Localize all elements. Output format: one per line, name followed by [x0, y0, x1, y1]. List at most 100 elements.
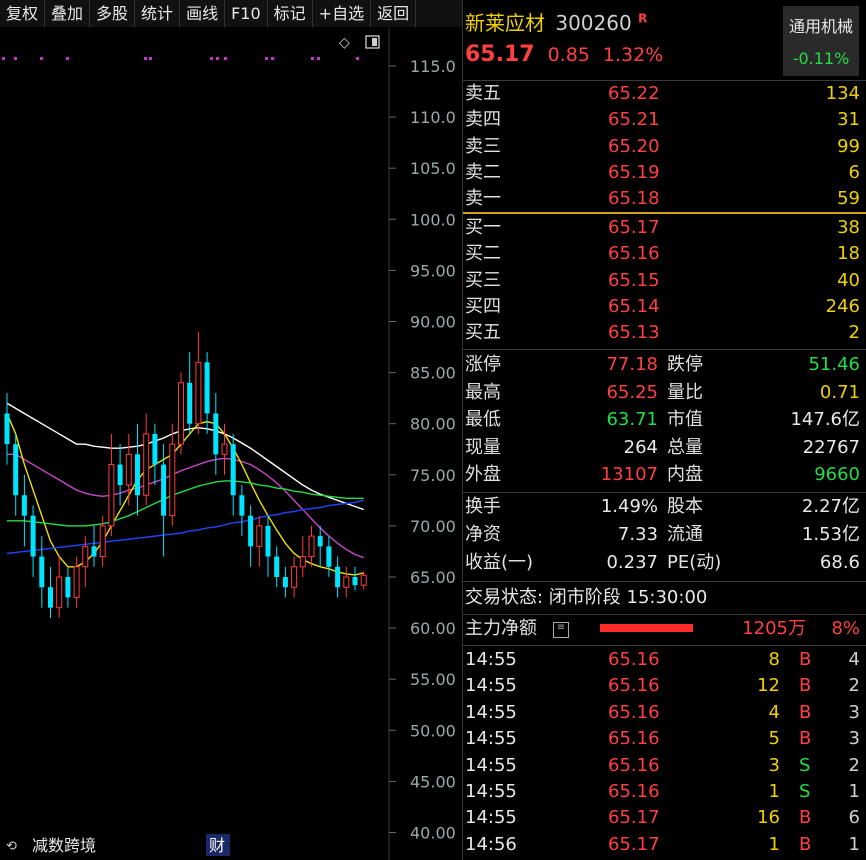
stat-row: 最高 65.25 量比 0.71: [463, 380, 866, 406]
ask-volume: 59: [837, 188, 860, 210]
tick-row[interactable]: 14:55 65.17 16 B 6: [463, 805, 866, 831]
candle: [21, 474, 27, 547]
diamond-icon[interactable]: ◇: [339, 35, 350, 51]
price-tick-label: 115.0: [410, 57, 456, 76]
price-tick-label: 50.00: [410, 721, 456, 740]
tick-time: 14:55: [465, 728, 517, 750]
candle: [48, 566, 53, 618]
candle: [230, 433, 236, 516]
candlestick-chart[interactable]: 115.0 110.0 105.0 100.0 95.00 90.00 85.00 80.00…: [0, 28, 462, 860]
candle: [335, 556, 341, 598]
toolbar-item-6[interactable]: 标记: [268, 0, 313, 27]
ask-price: 65.19: [608, 161, 660, 183]
stat-row: 外盘 13107 内盘 9660: [463, 462, 866, 488]
tick-volume: 5: [768, 728, 780, 750]
bid-row[interactable]: 买三 65.15 40: [463, 268, 866, 294]
ask-label: 卖三: [465, 135, 501, 157]
fundamental-row: 净资 7.33 流通 1.53亿: [463, 522, 866, 548]
price-tick-label: 55.00: [410, 670, 456, 689]
ask-row[interactable]: 卖五 65.22 134: [463, 81, 866, 107]
trade-status: 交易状态: 闭市阶段 15:30:00: [465, 587, 708, 608]
toolbar-item-1[interactable]: 叠加: [45, 0, 91, 27]
candle: [352, 566, 358, 591]
ask-volume: 31: [837, 109, 860, 131]
toolbar-item-3[interactable]: 统计: [135, 0, 181, 27]
tick-row[interactable]: 14:55 65.16 5 B 3: [463, 726, 866, 752]
stat-row: 最低 63.71 市值 147.6亿: [463, 407, 866, 433]
tick-time: 14:55: [465, 649, 517, 670]
candle: [282, 566, 288, 598]
bid-volume: 38: [837, 217, 860, 238]
bid-row[interactable]: 买五 65.13 2: [463, 320, 866, 346]
stat-label: 股本: [667, 496, 703, 517]
bottom-left-label: 减数跨境: [32, 836, 96, 855]
fundamental-row: 收益(一) 0.237 PE(动) 68.6: [463, 550, 866, 576]
tick-row[interactable]: 14:55 65.16 1 S 1: [463, 779, 866, 805]
tick-row[interactable]: 14:55 65.16 3 S 2: [463, 753, 866, 779]
tick-time: 14:55: [465, 701, 517, 723]
stock-badge: R: [638, 11, 648, 26]
bid-ask-divider: [463, 212, 866, 214]
tick-row[interactable]: 14:56 65.17 1 B 1: [463, 832, 866, 858]
stat-row: 现量 264 总量 22767: [463, 435, 866, 461]
candle: [125, 433, 132, 506]
ask-price: 65.22: [608, 83, 660, 104]
event-dot: [271, 57, 274, 60]
bid-row[interactable]: 买一 65.17 38: [463, 215, 866, 241]
bid-label: 买五: [465, 322, 501, 344]
price-tick-label: 105.0: [410, 159, 456, 178]
stat-label: PE(动): [667, 552, 722, 573]
bid-row[interactable]: 买四 65.14 246: [463, 294, 866, 320]
tick-price: 65.16: [608, 649, 660, 670]
price-tick-label: 110.0: [410, 108, 456, 127]
toolbar-item-0[interactable]: 复权: [0, 0, 46, 27]
bid-label: 买一: [465, 217, 501, 238]
finance-marker[interactable]: 财: [209, 836, 225, 855]
ask-row[interactable]: 卖二 65.19 6: [463, 160, 866, 186]
stat-value: 77.18: [606, 354, 658, 375]
stat-label: 涨停: [465, 354, 501, 375]
tick-row[interactable]: 14:55 65.16 12 B 2: [463, 673, 866, 699]
candle: [343, 566, 350, 598]
sector-box[interactable]: 通用机械 -0.11%: [783, 6, 859, 76]
stat-label: 现量: [465, 436, 501, 458]
ask-row[interactable]: 卖三 65.20 99: [463, 134, 866, 160]
candle: [143, 413, 150, 506]
event-dot: [311, 57, 314, 60]
candle: [248, 505, 254, 567]
stat-label: 跌停: [667, 354, 703, 375]
toolbar-item-8[interactable]: 返回: [371, 0, 417, 27]
event-dot: [210, 57, 213, 60]
event-dot: [317, 57, 320, 60]
candle: [317, 525, 323, 567]
toolbar-item-5[interactable]: F10: [225, 0, 268, 27]
stat-label: 净资: [465, 524, 501, 545]
candle: [169, 423, 176, 526]
price-tick-label: 60.00: [410, 619, 456, 638]
quote-panel: 新莱应材 300260 R 65.17 0.85 1.32% 通用机械 -0.1…: [463, 0, 866, 860]
candle: [299, 536, 306, 577]
tick-side: B: [799, 833, 812, 855]
toolbar-item-7[interactable]: +自选: [313, 0, 372, 27]
ask-row[interactable]: 卖四 65.21 31: [463, 107, 866, 133]
toolbar-item-2[interactable]: 多股: [90, 0, 136, 27]
bid-row[interactable]: 买二 65.16 18: [463, 241, 866, 267]
ma-line-3: [7, 480, 364, 527]
tick-row[interactable]: 14:55 65.16 4 B 3: [463, 700, 866, 726]
ask-row[interactable]: 卖一 65.18 59: [463, 186, 866, 212]
tick-side: S: [799, 781, 811, 802]
tick-volume: 8: [768, 649, 780, 670]
event-markers: [2, 57, 359, 60]
toolbar-item-4[interactable]: 画线: [180, 0, 226, 27]
list-icon[interactable]: ≡: [553, 622, 569, 638]
tick-volume: 1: [768, 781, 780, 802]
stat-label: 市值: [667, 409, 703, 430]
chart-controls[interactable]: ◇: [339, 35, 380, 51]
tick-row[interactable]: 14:55 65.16 8 B 4: [463, 647, 866, 673]
tick-count: 3: [848, 728, 860, 750]
price-tick-label: 85.00: [410, 364, 456, 383]
candle: [239, 485, 245, 537]
bid-volume: 18: [837, 243, 860, 265]
ask-price: 65.21: [608, 109, 660, 131]
candle: [135, 423, 140, 516]
